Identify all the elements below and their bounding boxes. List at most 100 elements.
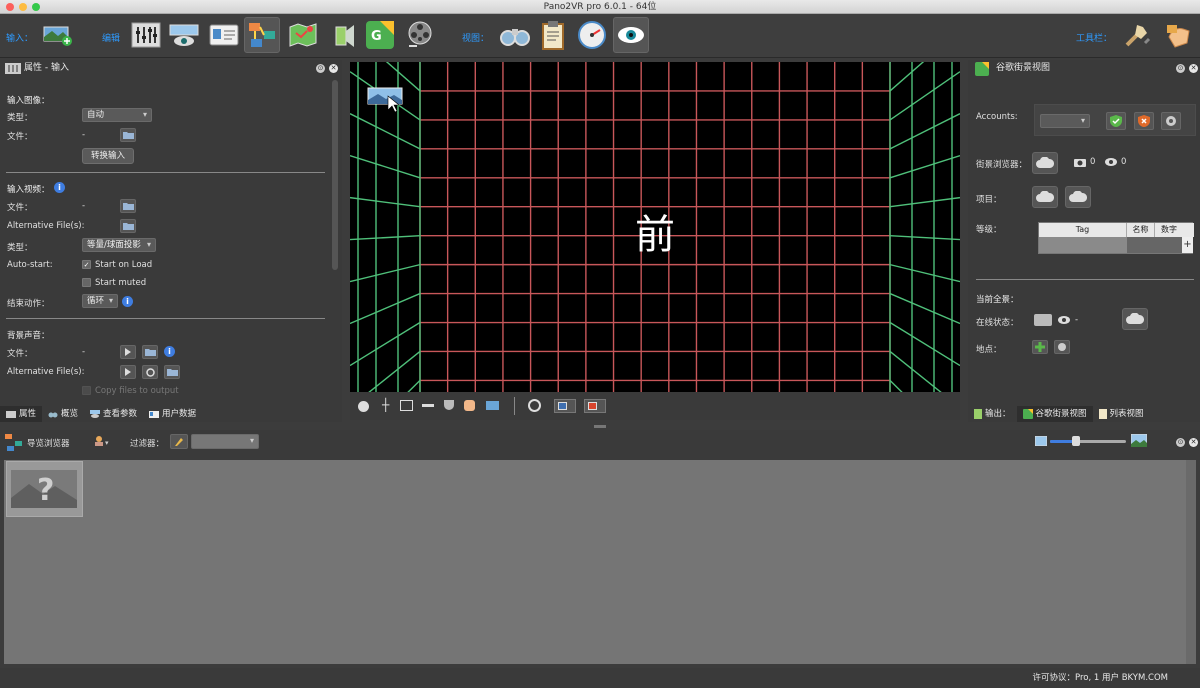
panorama-thumbnail[interactable]: ?	[6, 461, 83, 517]
bg-sound-alt-browse-button[interactable]	[164, 365, 180, 379]
side-perspective-line	[889, 379, 903, 392]
right-panel-tabs: 输出： 谷歌街景视图 列表视图	[968, 406, 1200, 422]
user-data-button[interactable]	[206, 17, 242, 53]
start-muted-checkbox[interactable]	[82, 278, 91, 287]
close-panel-icon[interactable]: ✕	[1189, 64, 1198, 73]
start-on-load-label: Start on Load	[95, 260, 153, 270]
close-panel-icon[interactable]: ✕	[1189, 438, 1198, 447]
level-col-name[interactable]: 名称	[1127, 223, 1155, 237]
mixer-button[interactable]	[128, 17, 164, 53]
thumbnail-size-slider-fill	[1050, 440, 1074, 443]
close-window-button[interactable]	[6, 3, 14, 11]
convert-input-button[interactable]: 转换输入	[82, 148, 134, 164]
compass-icon[interactable]	[358, 401, 369, 412]
add-panorama-button[interactable]	[40, 17, 76, 53]
bg-sound-browse-button[interactable]	[142, 345, 158, 359]
panorama-viewer[interactable]: 前	[350, 62, 960, 392]
crosshair-icon[interactable]: ┼	[382, 398, 389, 412]
splitter-handle[interactable]	[594, 425, 606, 428]
filter-icon[interactable]	[444, 400, 454, 410]
tour-map-button[interactable]	[574, 17, 610, 53]
start-muted-label: Start muted	[95, 278, 147, 288]
blue-color-picker[interactable]	[554, 399, 576, 413]
media-button[interactable]	[325, 17, 361, 53]
id-card-icon	[209, 24, 239, 46]
viewer-button[interactable]	[613, 17, 649, 53]
tour-browser-area[interactable]: ?	[4, 460, 1196, 664]
input-video-alt-browse-button[interactable]	[120, 219, 136, 233]
tab-user-data[interactable]: 用户数据	[143, 406, 202, 422]
gear-icon	[145, 367, 155, 377]
map-button[interactable]	[285, 17, 321, 53]
project-download-button[interactable]	[1065, 186, 1091, 208]
target-icon[interactable]	[528, 399, 541, 412]
level-col-number[interactable]: 数字	[1155, 223, 1183, 237]
level-table-row[interactable]	[1039, 237, 1127, 253]
bg-sound-file-value: -	[82, 347, 86, 357]
hand-icon[interactable]	[464, 400, 475, 411]
tab-list-view[interactable]: 列表视图	[1093, 406, 1150, 422]
account-remove-button[interactable]	[1134, 112, 1154, 130]
tab-street-view[interactable]: 谷歌街景视图	[1016, 406, 1093, 422]
level-label: 等级：	[976, 225, 1002, 235]
tour-browser-button[interactable]	[244, 17, 280, 53]
bg-sound-info-icon[interactable]: i	[164, 346, 175, 357]
float-panel-icon[interactable]: ⊙	[1176, 438, 1185, 447]
bg-sound-alt-play-button[interactable]	[120, 365, 136, 379]
tab-properties[interactable]: 属性	[0, 406, 43, 422]
filter-select[interactable]	[191, 434, 259, 449]
viewing-parameters-button[interactable]	[166, 17, 202, 53]
input-video-browse-button[interactable]	[120, 199, 136, 213]
tab-viewing-params[interactable]: 查看参数	[84, 406, 143, 422]
close-panel-icon[interactable]: ✕	[329, 64, 338, 73]
copy-files-checkbox[interactable]	[82, 386, 91, 395]
zoom-window-button[interactable]	[32, 3, 40, 11]
bg-sound-alt-settings-button[interactable]	[142, 365, 158, 379]
properties-scrollbar[interactable]	[332, 80, 338, 270]
input-image-browse-button[interactable]	[120, 128, 136, 142]
output-log-button[interactable]	[535, 17, 571, 53]
street-browser-cloud-button[interactable]	[1032, 152, 1058, 174]
tab-street-view-label: 谷歌街景视图	[1035, 409, 1087, 419]
account-settings-button[interactable]	[1161, 112, 1181, 130]
panorama-eye-icon	[169, 24, 199, 46]
bg-sound-play-button[interactable]	[120, 345, 136, 359]
start-on-load-checkbox[interactable]: ✓	[82, 260, 91, 269]
help-button[interactable]	[1160, 17, 1196, 53]
filter-tag-button[interactable]	[170, 434, 188, 449]
google-street-view-button[interactable]: G	[362, 17, 398, 53]
side-perspective-line	[889, 292, 960, 325]
thumbnail-size-slider-handle[interactable]	[1072, 436, 1080, 446]
float-panel-icon[interactable]: ⊙	[316, 64, 325, 73]
locate-button[interactable]	[1054, 340, 1070, 354]
project-upload-button[interactable]	[1032, 186, 1058, 208]
input-image-type-select[interactable]: 自动	[82, 108, 152, 122]
minimize-window-button[interactable]	[19, 3, 27, 11]
tab-overview-label: 概览	[61, 409, 79, 419]
red-color-picker[interactable]	[584, 399, 606, 413]
input-video-info-icon[interactable]: i	[54, 182, 65, 193]
table-icon[interactable]	[400, 400, 413, 411]
side-perspective-line	[889, 113, 960, 150]
tour-browser-scrollbar[interactable]	[1186, 460, 1196, 664]
end-action-select[interactable]: 循环	[82, 294, 118, 308]
tab-overview[interactable]: 概览	[42, 406, 84, 422]
level-col-tag[interactable]: Tag	[1039, 223, 1127, 237]
tab-output[interactable]: 输出：	[968, 406, 1017, 422]
account-verify-button[interactable]	[1106, 112, 1126, 130]
animation-button[interactable]	[402, 17, 438, 53]
id-card-tab-icon	[149, 410, 160, 418]
current-pano-upload-button[interactable]	[1122, 308, 1148, 330]
float-panel-icon[interactable]: ⊙	[1176, 64, 1185, 73]
tools-button[interactable]	[1120, 17, 1156, 53]
window-title: Pano2VR pro 6.0.1 - 64位	[543, 2, 657, 12]
level-add-button[interactable]: +	[1182, 237, 1193, 253]
ruler-icon[interactable]	[422, 404, 434, 407]
sort-dropdown[interactable]: ▾	[94, 435, 114, 449]
input-video-type-select[interactable]: 等量/球面投影	[82, 238, 156, 252]
preview-button[interactable]	[497, 17, 533, 53]
end-action-info-icon[interactable]: i	[122, 296, 133, 307]
panorama-icon[interactable]	[486, 401, 499, 410]
add-location-button[interactable]	[1032, 340, 1048, 354]
accounts-select[interactable]	[1040, 114, 1090, 128]
